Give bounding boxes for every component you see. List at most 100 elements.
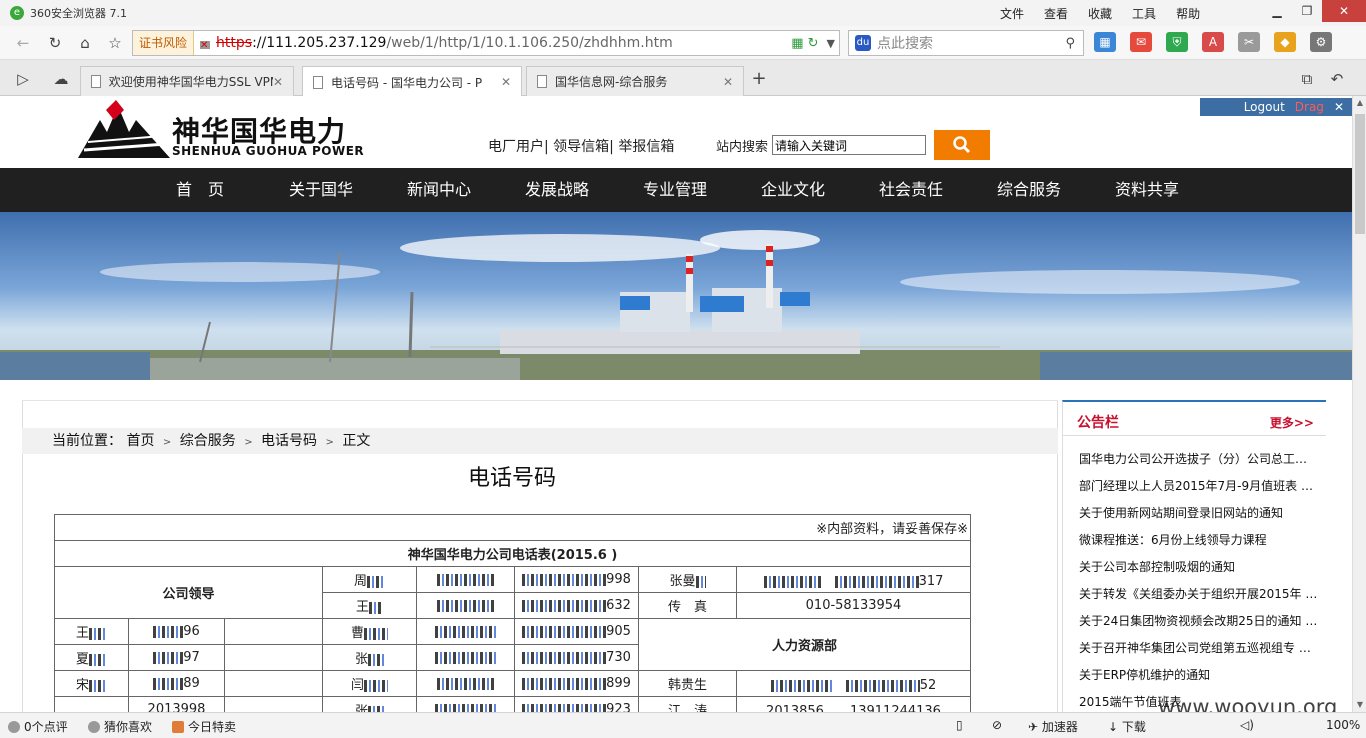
accelerator-status[interactable]: ✈ 加速器: [1028, 718, 1078, 735]
nav-news[interactable]: 新闻中心: [407, 168, 471, 212]
close-tab-icon[interactable]: ✕: [723, 75, 733, 89]
download-status[interactable]: ↓ 下载: [1108, 718, 1146, 735]
breadcrumb-home[interactable]: 首页: [126, 433, 154, 449]
close-window-button[interactable]: ✕: [1322, 0, 1366, 22]
broken-lock-icon[interactable]: [198, 36, 212, 51]
mail-icon[interactable]: ✉: [1130, 32, 1152, 52]
confidential-note: ※内部资料，请妥善保存※: [54, 514, 971, 541]
search-engine-icon[interactable]: du: [855, 35, 871, 51]
logo-english: SHENHUA GUOHUA POWER: [172, 144, 365, 158]
table-cell: 2013856 13911244136: [736, 696, 971, 712]
volume-icon[interactable]: ◁): [1240, 718, 1254, 732]
address-bar[interactable]: 证书风险 https://111.205.237.129/web/1/http/…: [132, 30, 840, 56]
redacted-block: [89, 653, 107, 666]
apps-icon[interactable]: ▦: [1094, 32, 1116, 52]
table-cell: 闫: [322, 670, 417, 697]
notice-item[interactable]: 关于公司本部控制吸烟的通知: [1063, 558, 1321, 585]
close-tab-icon[interactable]: ✕: [501, 75, 511, 89]
home-icon[interactable]: ⌂: [74, 32, 96, 54]
tab-list-icon[interactable]: ⧉: [1296, 68, 1318, 90]
deals-status[interactable]: 今日特卖: [172, 718, 236, 735]
notice-more-link[interactable]: 更多>>: [1270, 414, 1314, 431]
accelerator-icon: ✈: [1028, 720, 1039, 734]
qr-refresh-icons[interactable]: ▦ ↻: [791, 36, 818, 51]
nav-services[interactable]: 综合服务: [997, 168, 1061, 212]
close-tab-icon[interactable]: ✕: [273, 75, 283, 89]
phone-icon[interactable]: ▯: [956, 718, 963, 732]
nav-responsibility[interactable]: 社会责任: [879, 168, 943, 212]
breadcrumb-services[interactable]: 综合服务: [180, 433, 236, 449]
nav-resources[interactable]: 资料共享: [1115, 168, 1179, 212]
drag-handle[interactable]: Drag: [1295, 100, 1324, 114]
url-text[interactable]: https://111.205.237.129/web/1/http/1/10.…: [216, 35, 673, 51]
scroll-down-icon[interactable]: ▼: [1353, 698, 1366, 712]
nav-home[interactable]: 首 页: [176, 168, 224, 212]
site-search-button[interactable]: [934, 130, 991, 160]
table-cell: [416, 696, 515, 712]
cert-warning-badge[interactable]: 证书风险: [133, 31, 195, 55]
nav-about[interactable]: 关于国华: [289, 168, 353, 212]
settings-icon[interactable]: ⚙: [1310, 32, 1332, 52]
search-box[interactable]: du 点此搜索 ⚲: [848, 30, 1084, 56]
tab-vpn[interactable]: 欢迎使用神华国华电力SSL VPN ✕: [80, 66, 294, 96]
site-search-input[interactable]: [772, 135, 927, 155]
nav-strategy[interactable]: 发展战略: [525, 168, 589, 212]
page-scrollbar[interactable]: ▲ ▼: [1352, 96, 1366, 712]
tab-info[interactable]: 国华信息网-综合服务 ✕: [526, 66, 744, 96]
comments-status[interactable]: 0个点评: [8, 718, 68, 735]
compass-icon[interactable]: ⊘: [992, 718, 1002, 732]
redacted-block: [436, 573, 495, 586]
notice-item[interactable]: 部门经理以上人员2015年7月-9月值班表 …: [1063, 477, 1321, 504]
power-plant-image: [0, 230, 1352, 380]
nav-culture[interactable]: 企业文化: [761, 168, 825, 212]
guess-status[interactable]: 猜你喜欢: [88, 718, 152, 735]
menu-view[interactable]: 查看: [1044, 5, 1068, 22]
site-logo[interactable]: 神华国华电力 SHENHUA GUOHUA POWER: [78, 100, 368, 158]
gift-icon: [172, 721, 184, 733]
site-search-label: 站内搜索: [716, 139, 769, 155]
notice-item[interactable]: 关于ERP停机维护的通知: [1063, 666, 1321, 693]
minimize-button[interactable]: ▁: [1262, 0, 1292, 22]
nav-management[interactable]: 专业管理: [643, 168, 707, 212]
heart-icon: [88, 721, 100, 733]
search-icon[interactable]: ⚲: [1065, 36, 1075, 51]
table-cell: 曹: [322, 618, 417, 645]
notice-item[interactable]: 微课程推送：6月份上线领导力课程: [1063, 531, 1321, 558]
cloud-icon[interactable]: ☁: [50, 68, 72, 90]
refresh-icon[interactable]: ↻: [44, 32, 66, 54]
back-icon[interactable]: ←: [12, 32, 34, 54]
close-toolbar-icon[interactable]: ✕: [1334, 100, 1344, 114]
menu-file[interactable]: 文件: [1000, 5, 1024, 22]
menu-favorites[interactable]: 收藏: [1088, 5, 1112, 22]
scrollbar-thumb[interactable]: [1355, 114, 1365, 234]
scroll-up-icon[interactable]: ▲: [1353, 96, 1366, 110]
table-cell: 96: [128, 618, 225, 645]
notice-item[interactable]: 关于召开神华集团公司党组第五巡视组专 …: [1063, 639, 1321, 666]
top-links[interactable]: 电厂用户| 领导信箱| 举报信箱: [488, 136, 674, 156]
redacted-block: [522, 651, 607, 664]
menu-tools[interactable]: 工具: [1132, 5, 1156, 22]
logout-link[interactable]: Logout: [1244, 100, 1285, 114]
breadcrumb-phone[interactable]: 电话号码: [261, 433, 317, 449]
notice-item[interactable]: 关于转发《关组委办关于组织开展2015年 …: [1063, 585, 1321, 612]
zoom-level[interactable]: 100%: [1326, 718, 1360, 732]
chevron-down-icon[interactable]: ▼: [827, 37, 835, 50]
breadcrumb-current: 正文: [342, 433, 371, 449]
document-icon: [91, 75, 101, 88]
screenshot-icon[interactable]: ✂: [1238, 32, 1260, 52]
shield-icon[interactable]: ⛨: [1166, 32, 1188, 52]
maximize-button[interactable]: ❐: [1292, 0, 1322, 22]
table-cell: [224, 618, 323, 645]
notice-item[interactable]: 关于24日集团物资视频会改期25日的通知 …: [1063, 612, 1321, 639]
undo-close-icon[interactable]: ↶: [1326, 68, 1348, 90]
notice-item[interactable]: 国华电力公司公开选拔子（分）公司总工…: [1063, 450, 1321, 477]
logo-mark-icon: [78, 100, 170, 158]
pdf-icon[interactable]: A: [1202, 32, 1224, 52]
menu-help[interactable]: 帮助: [1176, 5, 1200, 22]
tab-phone[interactable]: 电话号码 - 国华电力公司 - P ✕: [302, 66, 522, 97]
notice-item[interactable]: 关于使用新网站期间登录旧网站的通知: [1063, 504, 1321, 531]
new-tab-button[interactable]: +: [748, 68, 770, 90]
sidebar-toggle-icon[interactable]: ▷: [12, 68, 34, 90]
favorite-star-icon[interactable]: ☆: [104, 32, 126, 54]
game-icon[interactable]: ◆: [1274, 32, 1296, 52]
